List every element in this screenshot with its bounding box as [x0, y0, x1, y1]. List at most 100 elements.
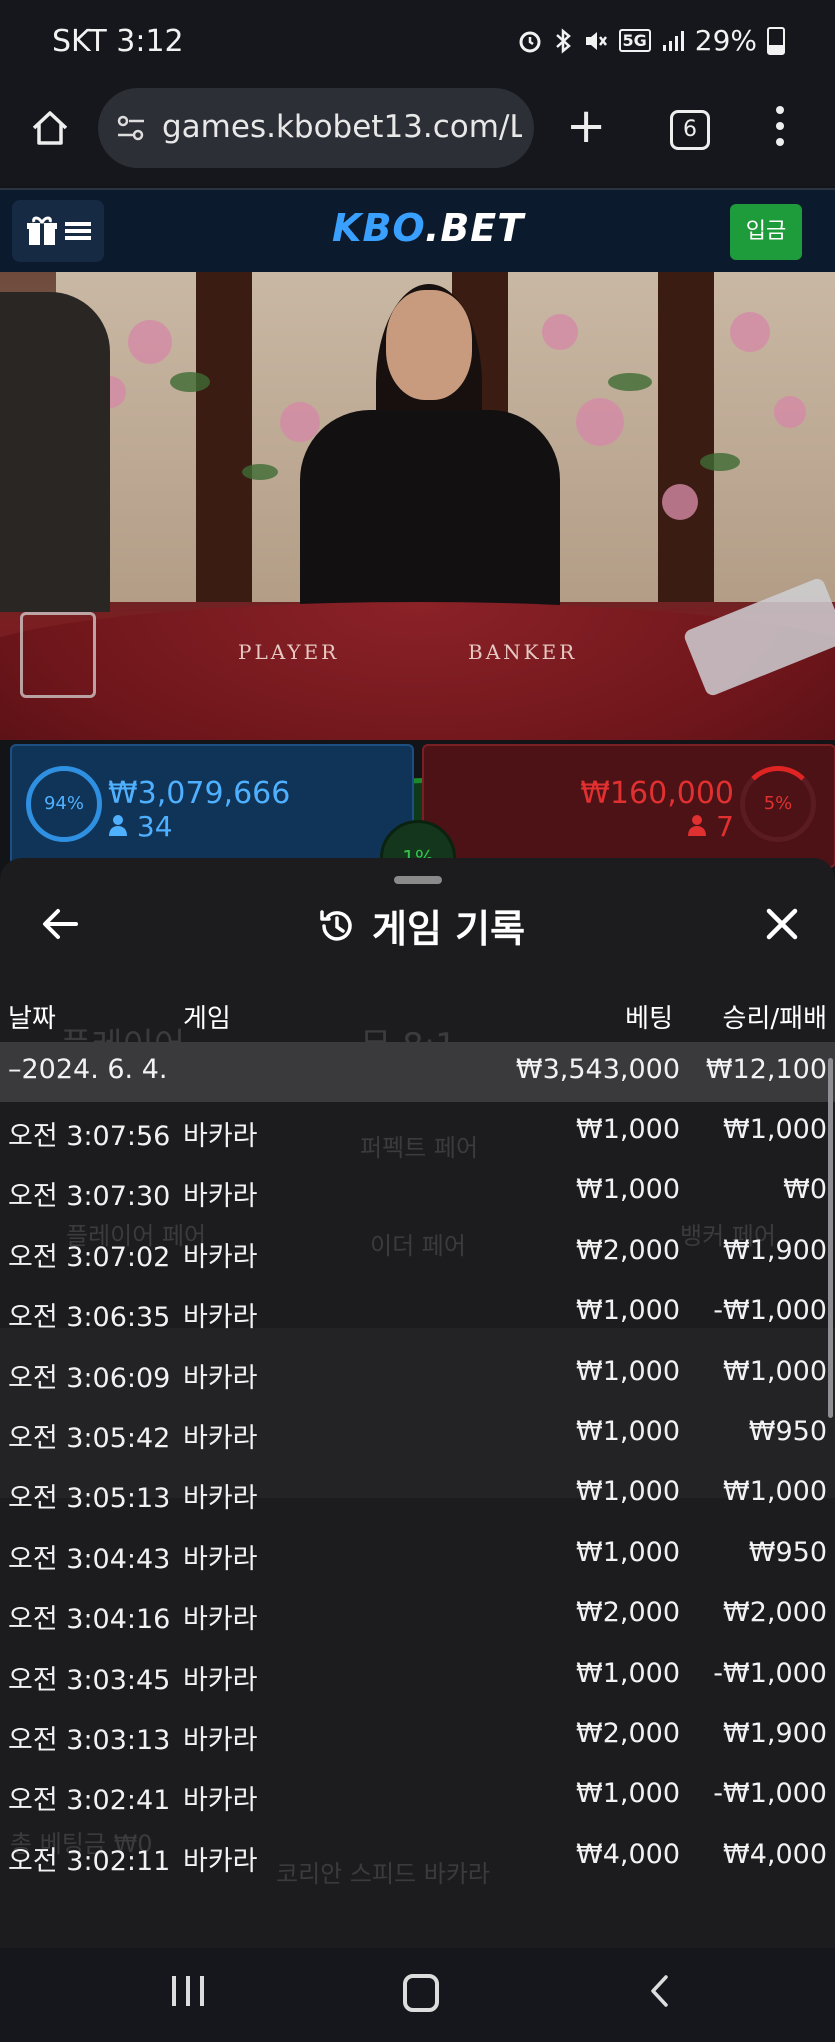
history-row[interactable]: 오전 3:05:42 바카라 ₩1,000 ₩950 — [0, 1404, 835, 1464]
history-row[interactable]: 오전 3:02:41 바카라 ₩1,000 -₩1,000 — [0, 1766, 835, 1826]
column-bet[interactable]: 베팅 — [625, 998, 673, 1035]
row-time: 오전 3:07:30 — [8, 1181, 171, 1213]
row-bet: ₩1,000 — [576, 1657, 680, 1689]
row-game: 바카라 — [183, 1604, 258, 1636]
row-bet: ₩1,000 — [576, 1295, 680, 1327]
card-shoe — [20, 612, 96, 698]
recents-icon[interactable] — [172, 1976, 204, 2006]
history-row[interactable]: 오전 3:05:13 바카라 ₩1,000 ₩1,000 — [0, 1464, 835, 1524]
row-bet: ₩1,000 — [576, 1114, 680, 1145]
row-game: 바카라 — [183, 1121, 258, 1152]
history-row[interactable]: 오전 3:07:02 바카라 ₩2,000 ₩1,900 — [0, 1223, 835, 1283]
history-row[interactable]: 오전 3:06:35 바카라 ₩1,000 -₩1,000 — [0, 1283, 835, 1343]
row-result: ₩0 — [783, 1174, 827, 1206]
sheet-grabber[interactable] — [394, 876, 442, 884]
home-nav-icon[interactable] — [403, 1974, 439, 2012]
back-arrow-icon[interactable] — [38, 902, 82, 946]
row-result: -₩1,000 — [713, 1778, 827, 1810]
deposit-button[interactable]: 입금 — [730, 204, 802, 260]
sheet-title: 게임 기록 — [318, 898, 525, 953]
row-time: 오전 3:03:13 — [8, 1725, 171, 1756]
history-row[interactable]: 오전 3:07:30 바카라 ₩1,000 ₩0 — [0, 1162, 835, 1222]
summary-result: ₩12,100 — [705, 1054, 827, 1085]
history-row[interactable]: 오전 3:03:45 바카라 ₩1,000 -₩1,000 — [0, 1646, 835, 1706]
row-game: 바카라 — [183, 1664, 258, 1696]
date-summary-row[interactable]: –2024. 6. 4. ₩3,543,000 ₩12,100 — [0, 1042, 835, 1102]
history-row[interactable]: 오전 3:04:43 바카라 ₩1,000 ₩950 — [0, 1525, 835, 1585]
row-result: ₩1,900 — [723, 1718, 827, 1749]
row-result: ₩1,000 — [723, 1114, 827, 1145]
banker-percent-ring: 5% — [740, 766, 816, 842]
back-nav-icon[interactable] — [644, 1974, 678, 2008]
row-time: 오전 3:05:42 — [8, 1423, 171, 1454]
signal-icon — [662, 30, 684, 51]
site-header: KBO.BET 입금 — [0, 188, 835, 274]
url-text[interactable]: games.kbobet13.com/Lau — [162, 109, 522, 145]
row-bet: ₩4,000 — [576, 1838, 680, 1870]
status-icons: 5G 29% — [517, 24, 785, 57]
history-icon — [320, 909, 352, 941]
address-bar[interactable]: games.kbobet13.com/Lau — [98, 88, 534, 168]
column-date[interactable]: 날짜 — [8, 998, 56, 1035]
banker-total-amount: ₩160,000 — [580, 776, 734, 811]
battery-icon — [767, 26, 785, 55]
gift-menu-button[interactable] — [12, 200, 104, 262]
banker-count-text: 7 — [716, 810, 734, 843]
column-game[interactable]: 게임 — [183, 998, 231, 1035]
tab-switcher-button[interactable]: 6 — [670, 110, 710, 150]
row-time: 오전 3:02:41 — [8, 1785, 171, 1817]
row-bet: ₩1,000 — [576, 1416, 680, 1447]
row-result: -₩1,000 — [713, 1295, 827, 1327]
row-bet: ₩1,000 — [576, 1778, 680, 1810]
history-row[interactable]: 오전 3:02:11 바카라 ₩4,000 ₩4,000 — [0, 1827, 835, 1887]
row-result: ₩2,000 — [723, 1597, 827, 1629]
banker-bet-panel[interactable]: ₩160,000 7 5% — [422, 744, 835, 868]
history-row[interactable]: 오전 3:07:56 바카라 ₩1,000 ₩1,000 — [0, 1102, 835, 1162]
game-history-sheet: 플레이어 무 8:1 퍼펙트 페어 이더 페어 플레이어 페어 뱅커 페어 총 … — [0, 858, 835, 1948]
alarm-icon — [519, 31, 540, 52]
video-assistant — [0, 292, 110, 612]
row-game: 바카라 — [183, 1845, 258, 1877]
row-time: 오전 3:03:45 — [8, 1664, 171, 1696]
row-bet: ₩2,000 — [576, 1597, 680, 1629]
status-time: SKT 3:12 — [52, 24, 184, 59]
user-icon — [688, 815, 707, 836]
row-game: 바카라 — [183, 1423, 258, 1454]
row-result: ₩1,000 — [723, 1355, 827, 1387]
summary-date: –2024. 6. 4. — [8, 1054, 168, 1085]
status-bar: SKT 3:12 5G 29% — [0, 0, 835, 88]
column-result[interactable]: 승리/패배 — [723, 998, 827, 1035]
scrollbar[interactable] — [828, 1058, 833, 1418]
video-dealer — [300, 284, 560, 630]
row-time: 오전 3:05:13 — [8, 1483, 171, 1515]
browser-menu-icon[interactable] — [776, 106, 786, 154]
player-total-amount: ₩3,079,666 — [108, 776, 291, 811]
site-logo[interactable]: KBO.BET — [332, 206, 524, 250]
row-game: 바카라 — [183, 1785, 258, 1817]
close-icon[interactable] — [760, 902, 804, 946]
browser-toolbar: games.kbobet13.com/Lau + 6 — [0, 88, 835, 186]
player-percent-ring: 94% — [26, 766, 102, 842]
site-settings-icon[interactable] — [116, 114, 146, 142]
history-row[interactable]: 오전 3:04:16 바카라 ₩2,000 ₩2,000 — [0, 1585, 835, 1645]
sheet-title-text: 게임 기록 — [372, 907, 526, 951]
history-row[interactable]: 오전 3:03:13 바카라 ₩2,000 ₩1,900 — [0, 1706, 835, 1766]
5g-icon: 5G — [618, 29, 651, 52]
new-tab-button[interactable]: + — [566, 102, 606, 150]
player-bet-panel[interactable]: 94% ₩3,079,666 34 — [10, 744, 414, 868]
home-icon[interactable] — [28, 106, 72, 150]
player-bettor-count: 34 — [108, 810, 173, 843]
row-bet: ₩1,000 — [576, 1536, 680, 1568]
row-result: ₩1,900 — [723, 1234, 827, 1266]
row-result: ₩950 — [748, 1416, 827, 1447]
row-bet: ₩2,000 — [576, 1718, 680, 1749]
banker-bettor-count: 7 — [687, 810, 734, 843]
bluetooth-icon — [555, 27, 571, 54]
table-banker-text: BANKER — [468, 640, 578, 664]
history-row[interactable]: 오전 3:06:09 바카라 ₩1,000 ₩1,000 — [0, 1344, 835, 1404]
bet-summary-bar: 94% ₩3,079,666 34 ₩160,000 7 5% 1% — [0, 740, 835, 1060]
row-result: ₩4,000 — [723, 1838, 827, 1870]
row-time: 오전 3:02:11 — [8, 1845, 171, 1877]
row-time: 오전 3:04:16 — [8, 1604, 171, 1636]
row-game: 바카라 — [183, 1483, 258, 1515]
